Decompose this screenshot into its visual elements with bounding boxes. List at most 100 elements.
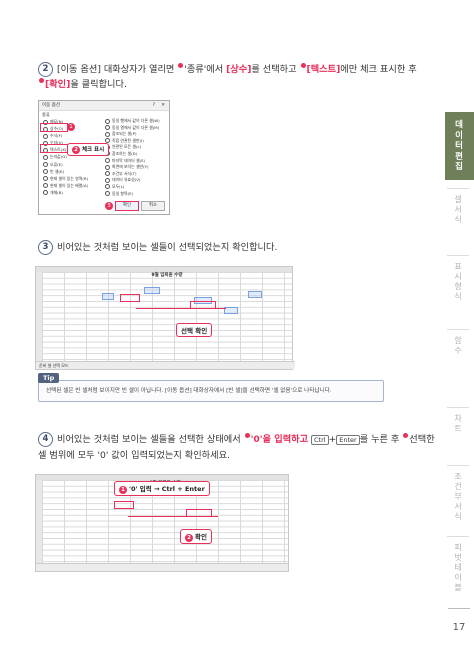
- right-option[interactable]: 연관된 모든 셀(L): [105, 144, 167, 151]
- option-label: 조건부 서식(T): [112, 170, 137, 176]
- sidebar-separator: [447, 407, 469, 408]
- option-label: 동일 행에서 값이 다른 셀(W): [112, 118, 160, 123]
- ctrl-key: Ctrl: [310, 435, 329, 445]
- left-option[interactable]: 수식(F): [43, 132, 103, 139]
- right-option[interactable]: 동일 열에서 값이 다른 셀(M): [105, 125, 167, 132]
- right-option[interactable]: 모두(L): [105, 184, 167, 191]
- left-option[interactable]: 빈 셀(K): [43, 168, 103, 175]
- excel-screenshot-2: 9월 입퇴원 수량 1'0' 입력 → Ctrl + Enter 2확인: [35, 474, 289, 572]
- radio-icon: [43, 133, 48, 139]
- right-option[interactable]: 동일 행에서 값이 다른 셀(W): [105, 118, 167, 125]
- left-option[interactable]: 현재 셀이 있는 배열(A): [43, 182, 103, 189]
- option-label: 개체(B): [50, 189, 63, 195]
- radio-icon: [43, 176, 48, 182]
- radio-icon: [105, 164, 110, 170]
- radio-icon: [105, 158, 110, 164]
- constants-highlight: [40, 123, 68, 132]
- highlight-box: [120, 294, 140, 302]
- option-label: 직접 연관된 셀만(I): [112, 137, 144, 143]
- callout-enter-zero: 1'0' 입력 → Ctrl + Enter: [114, 481, 210, 496]
- callout-1: 1: [67, 123, 75, 131]
- marker-dot-icon: [244, 432, 250, 438]
- help-icon[interactable]: ?: [153, 101, 155, 110]
- text-highlight: [40, 144, 68, 153]
- right-option[interactable]: 마지막 데이터 셀(S): [105, 158, 167, 165]
- sidebar-tab[interactable]: 피벗 테이블: [452, 543, 464, 593]
- step-2-text: 2 [이동 옵션] 대화상자가 열리면 '종류'에서 [상수]를 선택하고 [텍스…: [38, 62, 417, 92]
- step-number: 2: [38, 62, 53, 77]
- option-label: 화면에 보이는 셀만(Y): [112, 164, 149, 170]
- marker-dot-icon: [403, 432, 409, 438]
- sidebar-separator: [447, 188, 469, 189]
- radio-icon: [105, 171, 110, 177]
- option-label: 마지막 데이터 셀(S): [112, 157, 146, 163]
- left-option[interactable]: 현재 셀이 있는 영역(R): [43, 175, 103, 182]
- cancel-button[interactable]: 취소: [141, 201, 165, 211]
- sidebar-tab[interactable]: 조건부 서식: [452, 472, 464, 522]
- tip-text: 선택된 셀은 빈 셀처럼 보이지만 빈 셀이 아닙니다. [이동 옵션] 대화상…: [46, 388, 332, 394]
- option-label: 연관된 모든 셀(L): [112, 144, 142, 150]
- callout-2: 2 체크 표시: [67, 143, 110, 156]
- radio-icon: [105, 191, 110, 197]
- close-icon[interactable]: ✕: [161, 101, 165, 110]
- sheet-grid[interactable]: [42, 272, 292, 362]
- sheet-title: 9월 입퇴원 수량: [151, 273, 183, 278]
- tip-box: Tip 선택된 셀은 빈 셀처럼 보이지만 빈 셀이 아닙니다. [이동 옵션]…: [38, 373, 384, 402]
- step-number: 3: [38, 240, 53, 255]
- right-option[interactable]: 참조하는 셀(D): [105, 151, 167, 158]
- sidebar-tab[interactable]: 차트: [452, 414, 464, 434]
- option-label: 참조하는 셀(D): [112, 150, 138, 156]
- sidebar-separator: [447, 329, 469, 330]
- radio-icon: [105, 131, 110, 137]
- tip-label: Tip: [38, 373, 60, 383]
- option-label: 모두(L): [112, 183, 125, 189]
- left-option[interactable]: 오류(E): [43, 161, 103, 168]
- sidebar-active-tab[interactable]: 데이터 편집: [445, 112, 474, 180]
- status-bar: [36, 563, 288, 571]
- sidebar-active-label: 데이터 편집: [455, 120, 463, 172]
- right-option[interactable]: 직접 연관된 셀만(I): [105, 138, 167, 145]
- step-number: 4: [38, 432, 53, 447]
- selected-cell: [144, 287, 160, 294]
- marker-dot-icon: [300, 62, 306, 68]
- option-label: 현재 셀이 있는 배열(A): [50, 182, 89, 188]
- right-option[interactable]: 동일 항목(E): [105, 191, 167, 198]
- option-label: 오류(E): [50, 161, 63, 167]
- radio-icon: [43, 162, 48, 168]
- enter-key: Enter: [336, 435, 360, 445]
- status-bar: 준비 셀 선택 모드: [36, 361, 295, 369]
- radio-icon: [105, 118, 110, 124]
- callout-select-confirm: 선택 확인: [176, 323, 213, 337]
- option-label: 현재 셀이 있는 영역(R): [50, 175, 89, 181]
- selected-cell: [248, 291, 262, 298]
- highlight-box: [114, 501, 134, 509]
- marker-dot-icon: [178, 62, 184, 68]
- sidebar-tab[interactable]: 함수: [452, 336, 464, 356]
- excel-screenshot-1: 9월 입퇴원 수량 선택 확인 준비 셀 선택 모드: [35, 266, 295, 370]
- sidebar-separator: [447, 536, 469, 537]
- selected-cell: [102, 293, 114, 300]
- sidebar-tab[interactable]: 표시 형식: [452, 262, 464, 302]
- option-label: 참조되는 셀(P): [112, 131, 137, 137]
- page-number-divider: [448, 608, 470, 609]
- selected-cell: [224, 307, 238, 314]
- callout-3: 3: [105, 202, 113, 210]
- option-label: 수식(F): [50, 133, 63, 139]
- step-3-text: 3 비어있는 것처럼 보이는 셀들이 선택되었는지 확인합니다.: [38, 240, 277, 255]
- radio-icon: [105, 125, 110, 131]
- sidebar-tab[interactable]: 셀 서식: [452, 195, 464, 225]
- ok-button[interactable]: 확인: [115, 201, 139, 211]
- radio-icon: [43, 154, 48, 160]
- right-option[interactable]: 조건부 서식(T): [105, 171, 167, 178]
- sidebar-separator: [447, 465, 469, 466]
- right-option[interactable]: 참조되는 셀(P): [105, 131, 167, 138]
- radio-icon: [105, 184, 110, 190]
- right-option[interactable]: 화면에 보이는 셀만(Y): [105, 164, 167, 171]
- highlight-line: [128, 516, 218, 517]
- dialog-title: 이동 옵션: [42, 103, 60, 108]
- radio-icon: [43, 190, 48, 196]
- right-option[interactable]: 데이터 유효성(V): [105, 177, 167, 184]
- option-label: 데이터 유효성(V): [112, 177, 141, 183]
- left-option[interactable]: 개체(B): [43, 189, 103, 196]
- option-label: 동일 항목(E): [112, 190, 134, 196]
